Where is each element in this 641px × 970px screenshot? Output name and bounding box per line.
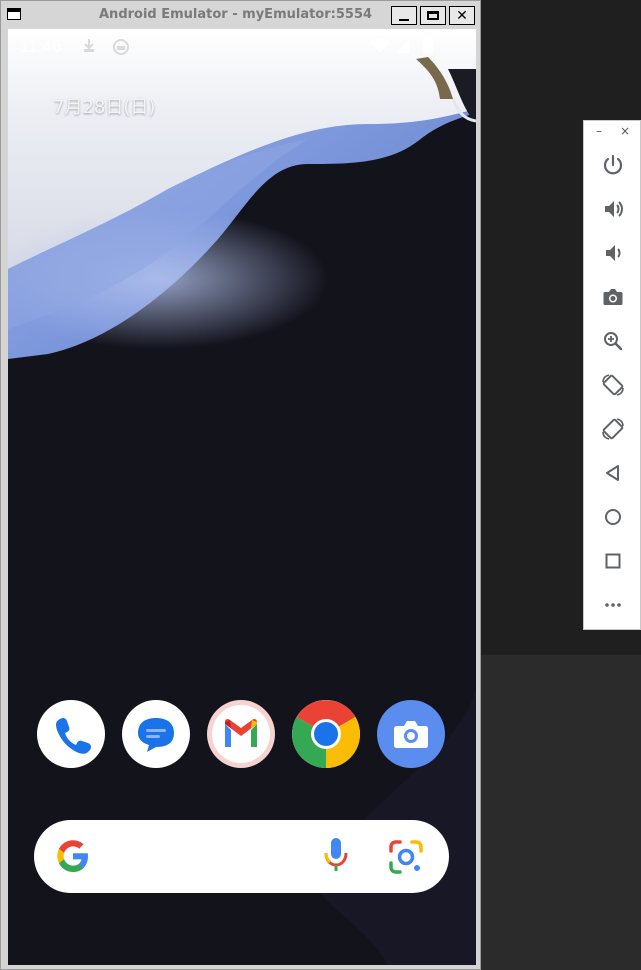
close-icon: ✕ (456, 7, 468, 24)
window-menu-icon[interactable] (7, 8, 21, 20)
rotate-right-button[interactable] (599, 415, 627, 443)
screenshot-button[interactable] (599, 283, 627, 311)
close-button[interactable]: ✕ (449, 6, 475, 25)
status-bar[interactable]: 11:46 (8, 29, 476, 65)
toolbar-header: – × (584, 121, 640, 145)
microphone-icon[interactable] (323, 837, 349, 877)
volume-down-icon (606, 245, 621, 261)
battery-icon (423, 35, 433, 54)
screenshot-camera-icon (603, 289, 623, 305)
maximize-button[interactable] (420, 6, 446, 25)
camera-app-icon[interactable] (376, 699, 446, 769)
desktop-background-lower (481, 655, 641, 970)
phone-app-icon[interactable] (36, 699, 106, 769)
home-button[interactable] (599, 503, 627, 531)
volume-up-icon (605, 201, 623, 217)
google-logo-icon (57, 840, 88, 872)
toolbar-close-button[interactable]: × (620, 124, 630, 138)
volume-down-button[interactable] (599, 239, 627, 267)
toolbar-minimize-button[interactable]: – (596, 124, 602, 138)
more-icon (605, 603, 621, 607)
rotate-right-icon (602, 418, 624, 440)
chrome-app-icon[interactable] (291, 699, 361, 769)
zoom-button[interactable] (599, 327, 627, 355)
zoom-icon (604, 332, 623, 351)
back-icon (606, 465, 619, 481)
google-search-bar[interactable] (34, 820, 449, 893)
home-icon (605, 509, 621, 525)
overview-button[interactable] (599, 547, 627, 575)
date-widget[interactable]: 7月28日(日) (53, 93, 155, 119)
more-button[interactable] (599, 591, 627, 619)
overview-icon (605, 553, 621, 569)
power-icon (603, 154, 623, 175)
rotate-left-button[interactable] (599, 371, 627, 399)
messages-app-icon[interactable] (121, 699, 191, 769)
gmail-app-icon[interactable] (206, 699, 276, 769)
status-clock: 11:46 (20, 37, 62, 56)
back-button[interactable] (599, 459, 627, 487)
download-icon (84, 39, 94, 52)
volume-up-button[interactable] (599, 195, 627, 223)
wifi-icon (369, 38, 391, 53)
google-lens-icon[interactable] (388, 839, 424, 875)
android-screen[interactable]: 11:46 7月28日(日) (8, 29, 476, 965)
app-dock (36, 699, 448, 769)
emulator-toolbar: – × (583, 120, 641, 630)
minimize-button[interactable] (391, 6, 417, 25)
title-bar[interactable]: Android Emulator - myEmulator:5554 ✕ (1, 1, 480, 29)
power-button[interactable] (599, 151, 627, 179)
minimize-icon (399, 18, 409, 21)
signal-icon (396, 39, 410, 53)
emulator-window: Android Emulator - myEmulator:5554 ✕ 11:… (0, 0, 481, 970)
maximize-icon (427, 11, 439, 20)
rotate-left-icon (602, 374, 624, 396)
sync-icon (113, 39, 129, 55)
window-title: Android Emulator - myEmulator:5554 (99, 7, 373, 22)
